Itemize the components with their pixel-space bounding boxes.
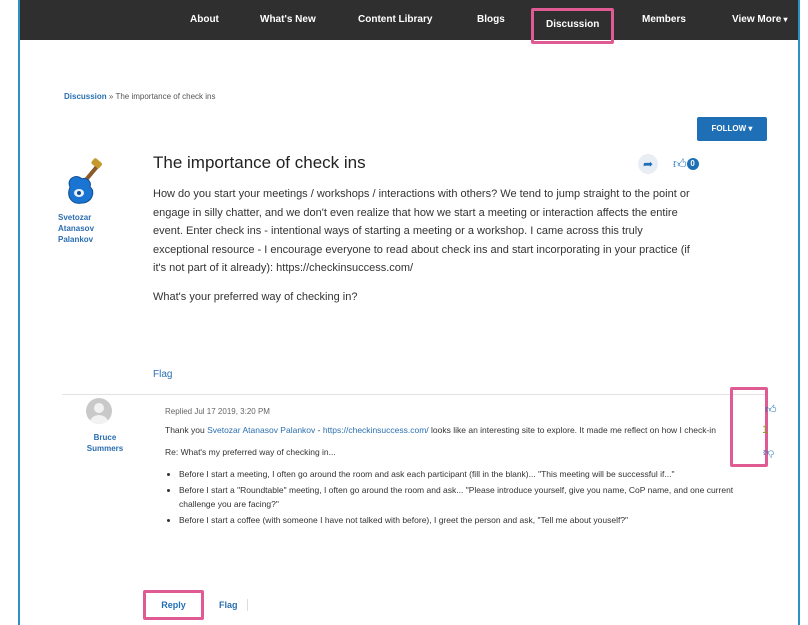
- post-author-name[interactable]: Svetozar Atanasov Palankov: [58, 212, 118, 245]
- breadcrumb-current: The importance of check ins: [115, 92, 216, 101]
- flag-reply-link[interactable]: Flag: [219, 600, 238, 610]
- top-navigation: About What's New Content Library Blogs D…: [20, 0, 798, 44]
- reply-intro-separator: -: [315, 425, 323, 435]
- post-like-button[interactable]: 👍︎ 0: [673, 155, 699, 173]
- caret-down-icon: ▾: [781, 15, 788, 24]
- reply-intro-prefix: Thank you: [165, 425, 208, 435]
- reply-re-line: Re: What's my preferred way of checking …: [165, 447, 336, 457]
- reply-button[interactable]: Reply: [143, 590, 204, 620]
- breadcrumb: Discussion » The importance of check ins: [64, 92, 215, 101]
- nav-members[interactable]: Members: [642, 0, 686, 40]
- list-item: Before I start a "Roundtable" meeting, I…: [179, 483, 740, 511]
- list-item: Before I start a coffee (with someone I …: [179, 513, 740, 527]
- list-item: Before I start a meeting, I often go aro…: [179, 467, 740, 481]
- reply-intro: Thank you Svetozar Atanasov Palankov - h…: [165, 423, 740, 437]
- reply-vote-count: 1: [762, 424, 769, 436]
- nav-about[interactable]: About: [190, 0, 219, 40]
- action-separator: [247, 599, 248, 611]
- reply-author-name[interactable]: Bruce Summers: [80, 432, 130, 454]
- reply-timestamp: Replied Jul 17 2019, 3:20 PM: [165, 407, 270, 416]
- follow-button[interactable]: FOLLOW ▾: [697, 117, 767, 141]
- nav-content-library[interactable]: Content Library: [358, 0, 432, 40]
- post-title: The importance of check ins: [153, 153, 366, 172]
- nav-view-more[interactable]: View More ▾: [732, 0, 788, 40]
- flag-post-link[interactable]: Flag: [153, 369, 172, 380]
- mention-link[interactable]: Svetozar Atanasov Palankov: [207, 425, 315, 435]
- post-paragraph: How do you start your meetings / worksho…: [153, 188, 690, 274]
- thumbs-up-icon: 👍︎: [673, 156, 687, 171]
- section-divider: [62, 394, 768, 395]
- reply-intro-suffix: looks like an interesting site to explor…: [428, 425, 716, 435]
- external-link[interactable]: https://checkinsuccess.com/: [323, 425, 429, 435]
- caret-down-icon: ▾: [746, 124, 753, 133]
- nav-view-more-label: View More: [732, 14, 782, 25]
- guitar-avatar-icon[interactable]: [62, 157, 114, 209]
- share-arrow-icon[interactable]: ➦: [638, 154, 658, 174]
- user-avatar-icon[interactable]: [86, 398, 112, 424]
- post-body: How do you start your meetings / worksho…: [153, 185, 698, 316]
- nav-discussion[interactable]: Discussion: [531, 8, 615, 44]
- reply-body: Thank you Svetozar Atanasov Palankov - h…: [165, 423, 740, 529]
- breadcrumb-discussion-link[interactable]: Discussion: [64, 92, 107, 101]
- nav-whats-new[interactable]: What's New: [260, 0, 316, 40]
- reply-bullet-list: Before I start a meeting, I often go aro…: [165, 467, 740, 527]
- thumbs-up-icon[interactable]: 👍︎: [765, 403, 777, 416]
- thumbs-down-icon[interactable]: 👎︎: [763, 446, 774, 459]
- post-paragraph: What's your preferred way of checking in…: [153, 290, 358, 303]
- post-like-count: 0: [686, 158, 699, 170]
- nav-blogs[interactable]: Blogs: [477, 0, 505, 40]
- follow-label: FOLLOW: [711, 124, 747, 133]
